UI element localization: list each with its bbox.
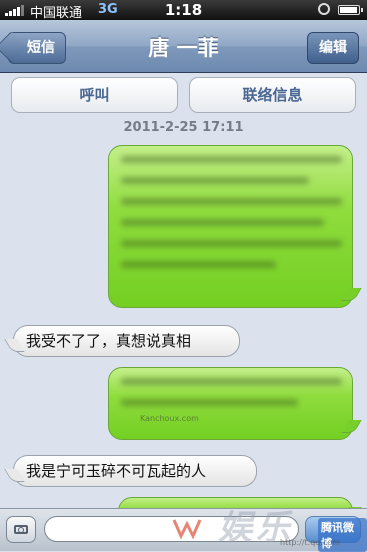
clock: 1:18 (164, 1, 203, 19)
received-message-bubble[interactable]: 我受不了了，真想说真相 (13, 325, 240, 357)
received-message-bubble[interactable]: 我是宁可玉碎不可瓦起的人 (13, 455, 257, 487)
orientation-lock-icon (318, 3, 330, 15)
watermark-logo-icon (172, 519, 202, 540)
camera-button[interactable] (6, 516, 36, 543)
contact-info-button[interactable]: 联络信息 (189, 77, 356, 113)
navigation-bar: 短信 唐 一菲 编辑 (0, 20, 367, 73)
contact-actions: 呼叫 联络信息 (11, 77, 356, 113)
conversation-timestamp: 2011-2-25 17:11 (123, 120, 244, 135)
sent-message-bubble[interactable] (108, 145, 353, 308)
message-text: 我是宁可玉碎不可瓦起的人 (26, 462, 207, 480)
message-text: 我受不了了，真想说真相 (26, 332, 192, 350)
watermark-url: http://t.qq.com (280, 538, 340, 547)
battery-icon (338, 5, 363, 15)
sent-message-bubble[interactable] (108, 367, 353, 440)
status-bar: 中国联通 3G 1:18 (0, 0, 367, 21)
edit-button[interactable]: 编辑 (307, 32, 359, 64)
watermark-small: Kanchoux.com (140, 414, 199, 423)
blurred-message-text (121, 156, 342, 297)
call-button[interactable]: 呼叫 (11, 77, 178, 113)
